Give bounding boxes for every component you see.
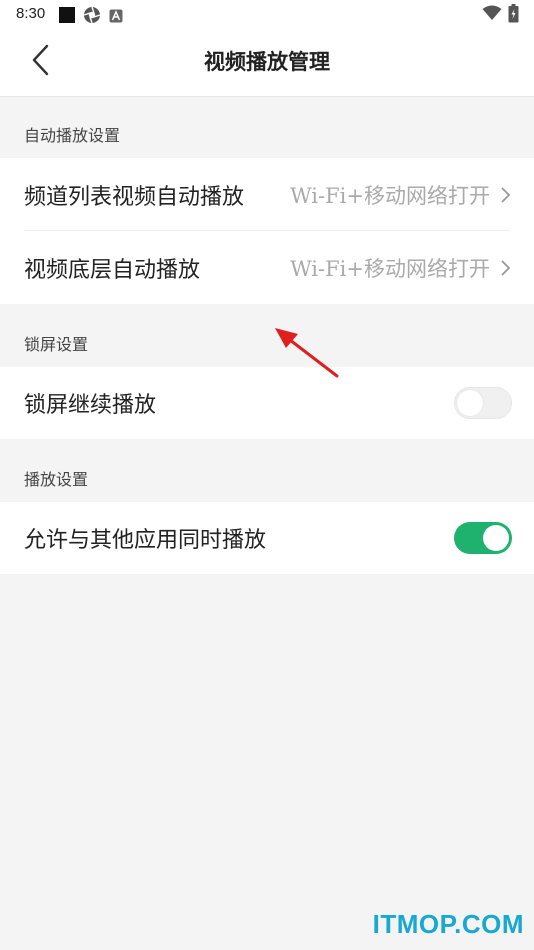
lockscreen-continue-label: 锁屏继续播放 — [24, 393, 157, 418]
status-time: 8:30 — [16, 5, 46, 22]
chevron-right-icon — [500, 259, 512, 277]
bottom-layer-autoplay-label: 视频底层自动播放 — [24, 257, 201, 283]
toggle-knob — [483, 525, 509, 551]
section-header-autoplay: 自动播放设置 — [24, 126, 121, 145]
a-box-icon — [109, 8, 123, 27]
bottom-layer-autoplay-value: Wi-Fi+移动网络打开 — [290, 256, 490, 281]
app-header: 视频播放管理 — [0, 28, 534, 97]
simultaneous-playback-row: 允许与其他应用同时播放 — [0, 502, 534, 574]
watermark-logo: ITMOP.COM — [372, 909, 524, 939]
status-bar: 8:30 — [0, 0, 534, 28]
aperture-icon — [83, 6, 101, 28]
section-header-lockscreen: 锁屏设置 — [24, 335, 89, 354]
square-notification-icon — [58, 6, 76, 28]
simultaneous-playback-toggle[interactable] — [454, 522, 512, 554]
lockscreen-continue-row: 锁屏继续播放 — [0, 367, 534, 439]
wifi-icon — [482, 5, 502, 25]
section-header-playback: 播放设置 — [24, 470, 89, 489]
channel-list-autoplay-value: Wi-Fi+移动网络打开 — [290, 183, 490, 208]
chevron-right-icon — [500, 186, 512, 204]
channel-list-autoplay-row[interactable]: 频道列表视频自动播放 Wi-Fi+移动网络打开 — [0, 158, 534, 231]
battery-charging-icon — [508, 4, 519, 27]
red-arrow-icon — [270, 320, 350, 390]
toggle-knob — [457, 390, 483, 416]
page-title: 视频播放管理 — [204, 50, 330, 74]
bottom-layer-autoplay-row[interactable]: 视频底层自动播放 Wi-Fi+移动网络打开 — [0, 231, 534, 304]
simultaneous-playback-label: 允许与其他应用同时播放 — [24, 528, 267, 553]
channel-list-autoplay-label: 频道列表视频自动播放 — [24, 184, 245, 210]
lockscreen-continue-toggle[interactable] — [454, 387, 512, 419]
